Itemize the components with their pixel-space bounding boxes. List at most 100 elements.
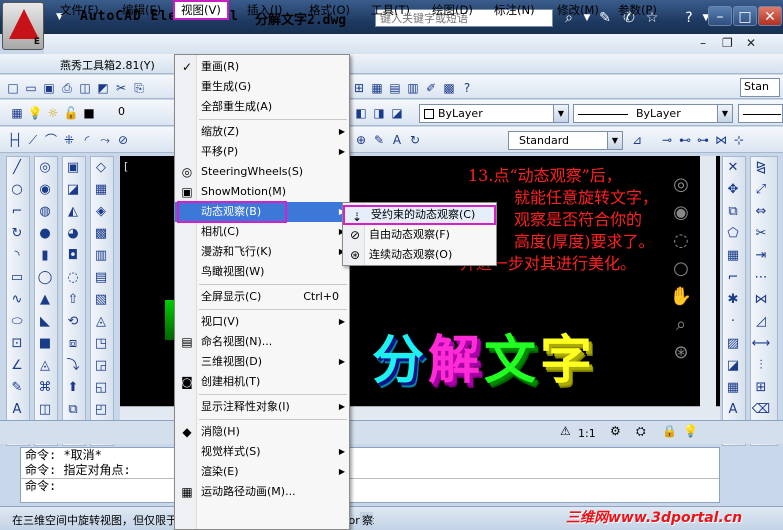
isolate-objects-icon[interactable]: 💡 bbox=[683, 424, 698, 438]
workspace-icon[interactable]: ⛭ bbox=[636, 424, 646, 439]
view-menu-item[interactable]: 重生成(G) bbox=[175, 77, 349, 97]
cone-icon[interactable]: ▲ bbox=[35, 289, 55, 311]
layer-match-icon[interactable]: ◨ bbox=[370, 103, 388, 121]
line-icon[interactable]: ╱ bbox=[7, 157, 27, 179]
explode-icon[interactable]: ✱ bbox=[723, 289, 743, 311]
view-menu-item[interactable]: 全屏显示(C) Ctrl+0 bbox=[175, 287, 349, 307]
markup-icon[interactable]: ✐ bbox=[422, 78, 440, 96]
lightbulb-icon[interactable]: 💡 bbox=[26, 103, 44, 121]
sun-icon[interactable]: ☼ bbox=[44, 103, 62, 121]
dim-text-edit-icon[interactable]: A bbox=[388, 130, 406, 148]
zoom-icon[interactable]: ⌕ bbox=[666, 312, 696, 338]
orbit-menu-item[interactable]: ⇣ 受约束的动态观察(C) bbox=[343, 205, 496, 225]
menu-edit[interactable]: 编辑(E) bbox=[120, 2, 163, 18]
wedge-icon[interactable]: ◣ bbox=[35, 311, 55, 333]
multileader-icon[interactable]: ⊸ bbox=[658, 130, 676, 148]
style-combo[interactable]: Stan bbox=[740, 78, 780, 97]
remove-leader-icon[interactable]: ⊶ bbox=[694, 130, 712, 148]
print-icon[interactable]: ⎙ bbox=[58, 78, 76, 96]
section-icon[interactable]: ⧉ bbox=[63, 399, 83, 421]
maximize-button[interactable]: □ bbox=[733, 6, 757, 26]
view-menu-item[interactable]: ✓ 重画(R) bbox=[175, 57, 349, 77]
imprint-icon[interactable]: ◲ bbox=[91, 355, 111, 377]
aligned-dim-icon[interactable]: ⟋ bbox=[24, 130, 42, 148]
block-icon[interactable]: ⊞ bbox=[751, 377, 771, 399]
text-icon[interactable]: A bbox=[7, 399, 27, 421]
layer-iso-icon[interactable]: ◪ bbox=[388, 103, 406, 121]
rotate-icon[interactable]: ↻ bbox=[7, 223, 27, 245]
extract-icon[interactable]: ◳ bbox=[91, 333, 111, 355]
pencil-icon[interactable]: ✎ bbox=[7, 377, 27, 399]
box3d-icon[interactable]: ▣ bbox=[63, 157, 83, 179]
preview-icon[interactable]: ◫ bbox=[76, 78, 94, 96]
helix-icon[interactable]: ⌘ bbox=[35, 377, 55, 399]
mtext-icon[interactable]: A bbox=[723, 399, 743, 421]
circle-icon[interactable]: ○ bbox=[7, 179, 27, 201]
doc-restore-icon[interactable]: ❐ bbox=[722, 36, 733, 50]
region-icon[interactable]: ◪ bbox=[723, 355, 743, 377]
sphere-icon[interactable]: ● bbox=[35, 223, 55, 245]
ellipse-icon[interactable]: ⬭ bbox=[7, 311, 27, 333]
cylinder-icon[interactable]: ▮ bbox=[35, 245, 55, 267]
view-menu-item[interactable]: 三维视图(D) ▶ bbox=[175, 352, 349, 372]
center-mark-icon[interactable]: ⊕ bbox=[352, 130, 370, 148]
menu-draw[interactable]: 绘图(D) bbox=[430, 2, 475, 18]
tabsurf-icon[interactable]: ▩ bbox=[91, 223, 111, 245]
dim-style-manager-icon[interactable]: ⊿ bbox=[628, 130, 646, 148]
union-icon[interactable]: ◎ bbox=[35, 157, 55, 179]
jogged-dim-icon[interactable]: ⤳ bbox=[96, 130, 114, 148]
view-menu-item[interactable]: 全部重生成(A) bbox=[175, 97, 349, 117]
chamfer-icon[interactable]: ◿ bbox=[751, 311, 771, 333]
polyline-icon[interactable]: ⌐ bbox=[7, 201, 27, 223]
minimize-button[interactable]: – bbox=[708, 6, 732, 26]
extend-icon[interactable]: ⇥ bbox=[751, 245, 771, 267]
menu-format[interactable]: 格式(O) bbox=[307, 2, 352, 18]
box-icon[interactable]: ■ bbox=[35, 333, 55, 355]
pyramid-icon[interactable]: ◬ bbox=[35, 355, 55, 377]
view-menu-item[interactable]: ▦ 运动路径动画(M)... bbox=[175, 482, 349, 502]
view-menu-item[interactable]: 视口(V) ▶ bbox=[175, 312, 349, 332]
layer-value[interactable]: 0 bbox=[118, 105, 125, 118]
view-menu-item[interactable]: 动态观察(B)▶ bbox=[175, 201, 349, 223]
wedge3d-icon[interactable]: ◪ bbox=[63, 179, 83, 201]
design-center-icon[interactable]: ▦ bbox=[368, 78, 386, 96]
revsurf-icon[interactable]: ◈ bbox=[91, 201, 111, 223]
mirror-icon[interactable]: ⧎ bbox=[751, 157, 771, 179]
doc-close-icon[interactable]: ✕ bbox=[746, 36, 756, 50]
cut-icon[interactable]: ✂ bbox=[112, 78, 130, 96]
arc-icon[interactable]: ◝ bbox=[7, 245, 27, 267]
open-icon[interactable]: ▭ bbox=[22, 78, 40, 96]
annotation-visibility-icon[interactable]: ⚙ bbox=[610, 424, 621, 438]
point-icon[interactable]: · bbox=[723, 311, 743, 333]
menu-file[interactable]: 文件(F) bbox=[58, 2, 101, 18]
rulesurf-icon[interactable]: ▥ bbox=[91, 245, 111, 267]
view-menu-item[interactable]: 视觉样式(S) ▶ bbox=[175, 442, 349, 462]
view-menu-item[interactable]: 鸟瞰视图(W) bbox=[175, 262, 349, 282]
angle-icon[interactable]: ∠ bbox=[7, 355, 27, 377]
view-menu-item[interactable]: ◎ SteeringWheels(S) bbox=[175, 162, 349, 182]
menu-dimension[interactable]: 标注(N) bbox=[492, 2, 537, 18]
layer-color-icon[interactable]: ■ bbox=[80, 103, 98, 121]
menu-yanxiu[interactable]: 燕秀工具箱2.81(Y) bbox=[60, 57, 155, 73]
ordinate-dim-icon[interactable]: ⁜ bbox=[60, 130, 78, 148]
view-menu-item[interactable]: 平移(P) ▶ bbox=[175, 142, 349, 162]
radius-dim-icon[interactable]: ◜ bbox=[78, 130, 96, 148]
trim-icon[interactable]: ✂ bbox=[751, 223, 771, 245]
hatch-icon[interactable]: ▨ bbox=[723, 333, 743, 355]
properties-icon[interactable]: ⊞ bbox=[350, 78, 368, 96]
publish-icon[interactable]: ◩ bbox=[94, 78, 112, 96]
dim-edit-icon[interactable]: ✎ bbox=[370, 130, 388, 148]
command-line[interactable]: 命令: *取消* 命令: 指定对角点: 命令: bbox=[20, 447, 720, 503]
separate-icon[interactable]: ◰ bbox=[91, 399, 111, 421]
join-icon[interactable]: ⋈ bbox=[751, 289, 771, 311]
calculator-icon[interactable]: ▩ bbox=[440, 78, 458, 96]
view-menu-item[interactable]: ▣ ShowMotion(M) bbox=[175, 182, 349, 202]
insert-icon[interactable]: ⊡ bbox=[7, 333, 27, 355]
view-menu-item[interactable]: 相机(C)▶ bbox=[175, 222, 349, 242]
torus-icon[interactable]: ◯ bbox=[35, 267, 55, 289]
face3d-icon[interactable]: ◇ bbox=[91, 157, 111, 179]
menu-tools[interactable]: 工具(T) bbox=[369, 2, 412, 18]
cone3d-icon[interactable]: ◭ bbox=[63, 201, 83, 223]
tool-palette-icon[interactable]: ▤ bbox=[386, 78, 404, 96]
application-menu-button[interactable]: E bbox=[2, 2, 44, 50]
